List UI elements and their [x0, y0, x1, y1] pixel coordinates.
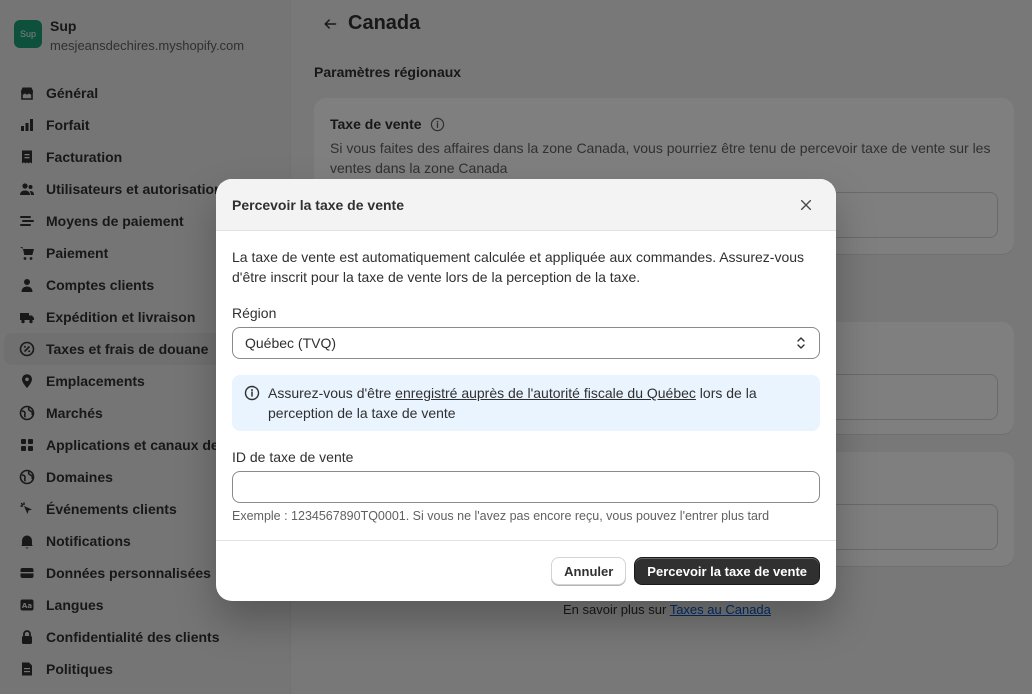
tax-id-help: Exemple : 1234567890TQ0001. Si vous ne l…: [232, 509, 770, 523]
collect-tax-modal: Percevoir la taxe de vente La taxe de ve…: [216, 179, 836, 601]
modal-intro: La taxe de vente est automatiquement cal…: [232, 249, 805, 285]
collect-tax-button[interactable]: Percevoir la taxe de vente: [634, 557, 820, 585]
banner-prefix: Assurez-vous d'être: [268, 385, 396, 401]
info-banner: Assurez-vous d'être enregistré auprès de…: [232, 375, 820, 431]
tax-id-label: ID de taxe de vente: [232, 449, 354, 465]
select-chevron-icon: [797, 337, 805, 349]
cancel-button[interactable]: Annuler: [551, 557, 627, 585]
close-icon: [800, 199, 812, 210]
close-button[interactable]: [792, 191, 820, 219]
info-icon: [244, 385, 260, 401]
modal-title: Percevoir la taxe de vente: [232, 196, 404, 213]
region-value: Québec (TVQ): [245, 335, 337, 351]
tax-id-input[interactable]: [232, 471, 820, 503]
quebec-tax-authority-link[interactable]: enregistré auprès de l'autorité fiscale …: [395, 385, 696, 401]
region-label: Région: [232, 305, 277, 321]
region-select[interactable]: Québec (TVQ): [232, 327, 820, 359]
